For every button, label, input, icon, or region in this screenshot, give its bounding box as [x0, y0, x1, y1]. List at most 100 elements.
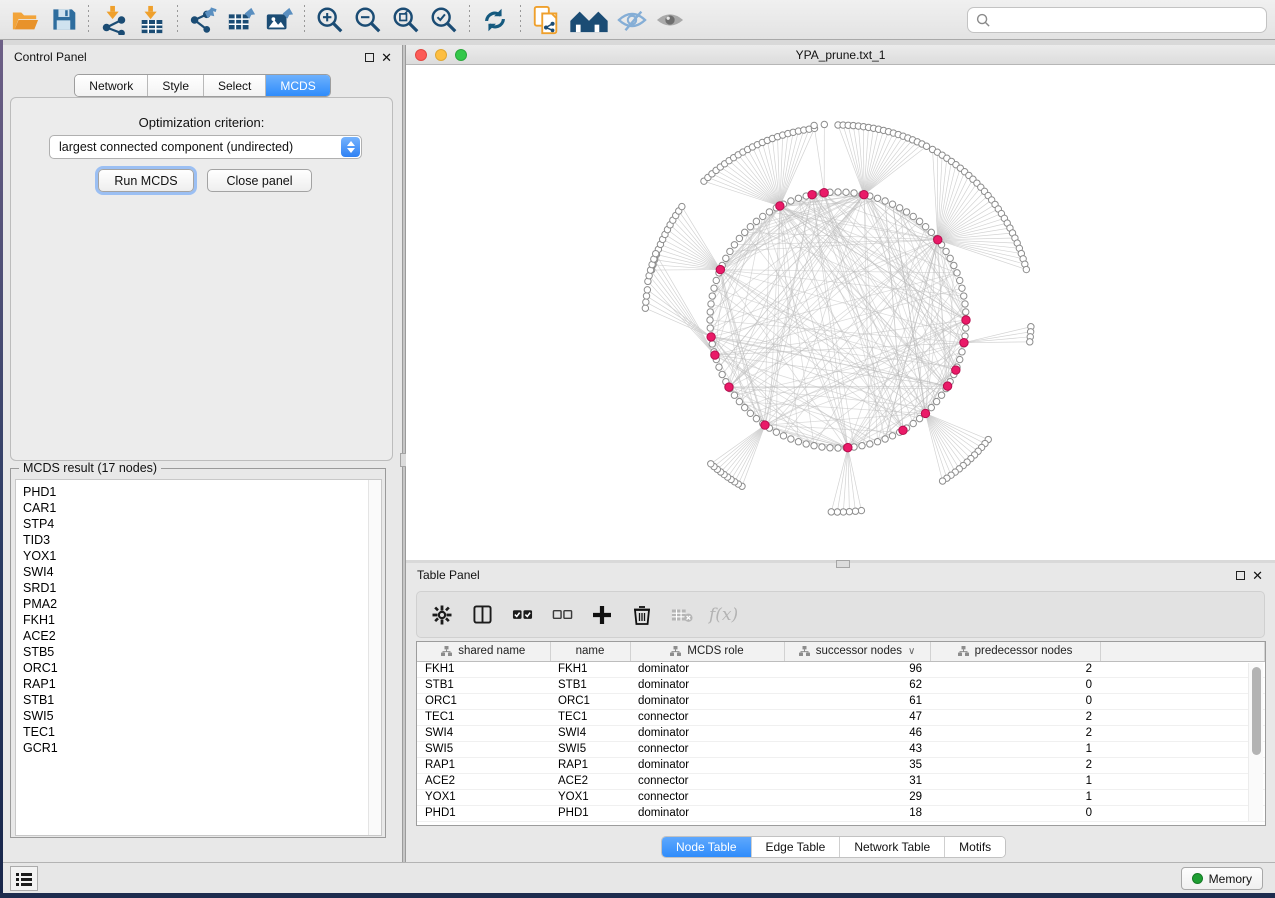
graph-node[interactable]: [835, 445, 841, 451]
graph-node[interactable]: [903, 209, 909, 215]
table-scrollbar-thumb[interactable]: [1252, 667, 1261, 755]
mcds-result-item[interactable]: TEC1: [23, 724, 381, 740]
graph-node[interactable]: [928, 404, 934, 410]
graph-node[interactable]: [859, 443, 865, 449]
graph-node[interactable]: [795, 439, 801, 445]
mcds-result-item[interactable]: ORC1: [23, 660, 381, 676]
graph-node[interactable]: [910, 213, 916, 219]
deselect-all-button[interactable]: [549, 602, 575, 628]
graph-node[interactable]: [731, 242, 737, 248]
table-scrollbar[interactable]: [1248, 663, 1263, 821]
tab-network-table[interactable]: Network Table: [840, 837, 945, 857]
graph-node[interactable]: [1027, 339, 1033, 345]
graph-mcds-node[interactable]: [711, 351, 719, 359]
delete-table-button[interactable]: [669, 602, 695, 628]
graph-node[interactable]: [840, 509, 846, 515]
graph-node[interactable]: [731, 392, 737, 398]
column-header-4[interactable]: predecessor nodes: [930, 642, 1100, 661]
graph-node[interactable]: [963, 325, 969, 331]
graph-mcds-node[interactable]: [761, 421, 769, 429]
graph-mcds-node[interactable]: [899, 426, 907, 434]
graph-node[interactable]: [713, 277, 719, 283]
table-row[interactable]: FKH1FKH1dominator962: [417, 661, 1265, 677]
graph-mcds-node[interactable]: [776, 202, 784, 210]
graph-mcds-node[interactable]: [943, 382, 951, 390]
table-row[interactable]: TEC1TEC1connector472: [417, 709, 1265, 725]
float-panel-icon[interactable]: [365, 53, 374, 62]
graph-node[interactable]: [643, 299, 649, 305]
graph-node[interactable]: [780, 433, 786, 439]
function-builder-button[interactable]: f(x): [709, 605, 738, 625]
column-header-1[interactable]: name: [550, 642, 630, 661]
graph-node[interactable]: [882, 436, 888, 442]
export-network-button[interactable]: [186, 4, 220, 36]
graph-node[interactable]: [811, 443, 817, 449]
graph-node[interactable]: [708, 301, 714, 307]
tab-motifs[interactable]: Motifs: [945, 837, 1005, 857]
graph-node[interactable]: [851, 190, 857, 196]
graph-node[interactable]: [788, 198, 794, 204]
graph-node[interactable]: [959, 285, 965, 291]
search-box[interactable]: [967, 7, 1267, 33]
graph-node[interactable]: [679, 203, 685, 209]
graph-node[interactable]: [753, 218, 759, 224]
import-network-button[interactable]: [97, 4, 131, 36]
graph-node[interactable]: [727, 248, 733, 254]
graph-mcds-node[interactable]: [820, 189, 828, 197]
column-header-2[interactable]: MCDS role: [630, 642, 784, 661]
memory-button[interactable]: Memory: [1181, 867, 1263, 890]
mcds-result-item[interactable]: PHD1: [23, 484, 381, 500]
add-button[interactable]: [589, 602, 615, 628]
graph-node[interactable]: [846, 508, 852, 514]
graph-node[interactable]: [723, 255, 729, 261]
graph-node[interactable]: [795, 195, 801, 201]
graph-mcds-node[interactable]: [960, 338, 968, 346]
graph-node[interactable]: [889, 433, 895, 439]
tab-edge-table[interactable]: Edge Table: [752, 837, 841, 857]
graph-node[interactable]: [747, 410, 753, 416]
mcds-list-scrollbar[interactable]: [368, 480, 381, 835]
show-task-history-button[interactable]: [10, 866, 38, 891]
graph-node[interactable]: [711, 285, 717, 291]
table-row[interactable]: ACE2ACE2connector311: [417, 773, 1265, 789]
hide-selected-button[interactable]: [615, 4, 649, 36]
tab-select[interactable]: Select: [204, 75, 266, 96]
mcds-result-item[interactable]: TID3: [23, 532, 381, 548]
table-row[interactable]: STB1STB1dominator620: [417, 677, 1265, 693]
horizontal-splitter-grip[interactable]: [836, 560, 850, 568]
graph-node[interactable]: [896, 205, 902, 211]
network-window-titlebar[interactable]: YPA_prune.txt_1: [406, 45, 1275, 65]
export-table-button[interactable]: [224, 4, 258, 36]
mcds-result-item[interactable]: RAP1: [23, 676, 381, 692]
insert-column-button[interactable]: [469, 602, 495, 628]
graph-node[interactable]: [707, 309, 713, 315]
graph-mcds-node[interactable]: [952, 366, 960, 374]
mcds-result-item[interactable]: CAR1: [23, 500, 381, 516]
refresh-button[interactable]: [478, 4, 512, 36]
graph-node[interactable]: [828, 509, 834, 515]
mcds-result-item[interactable]: FKH1: [23, 612, 381, 628]
graph-node[interactable]: [736, 398, 742, 404]
first-neighbors-button[interactable]: [567, 4, 611, 36]
mcds-result-item[interactable]: PMA2: [23, 596, 381, 612]
graph-node[interactable]: [889, 201, 895, 207]
graph-node[interactable]: [867, 441, 873, 447]
graph-node[interactable]: [652, 250, 658, 256]
delete-button[interactable]: [629, 602, 655, 628]
graph-mcds-node[interactable]: [844, 443, 852, 451]
graph-node[interactable]: [827, 445, 833, 451]
graph-node[interactable]: [928, 229, 934, 235]
graph-node[interactable]: [843, 189, 849, 195]
graph-node[interactable]: [709, 341, 715, 347]
graph-node[interactable]: [773, 429, 779, 435]
graph-node[interactable]: [741, 229, 747, 235]
export-image-button[interactable]: [262, 4, 296, 36]
graph-node[interactable]: [858, 507, 864, 513]
graph-node[interactable]: [963, 309, 969, 315]
save-session-button[interactable]: [46, 4, 80, 36]
graph-node[interactable]: [747, 223, 753, 229]
graph-node[interactable]: [707, 317, 713, 323]
graph-node[interactable]: [959, 349, 965, 355]
search-input[interactable]: [997, 13, 1266, 27]
graph-node[interactable]: [834, 509, 840, 515]
